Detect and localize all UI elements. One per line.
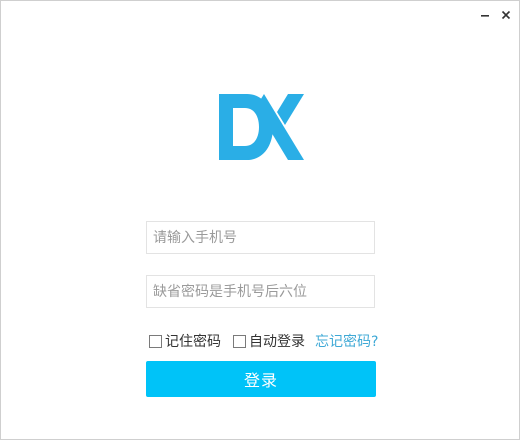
password-input[interactable] xyxy=(146,275,375,308)
dx-logo xyxy=(216,91,306,163)
auto-login-checkbox[interactable] xyxy=(233,334,246,348)
login-options: 记住密码 自动登录 忘记密码? xyxy=(149,331,378,351)
minimize-icon xyxy=(481,15,489,17)
dx-logo-icon xyxy=(219,94,304,160)
auto-login-label: 自动登录 xyxy=(249,334,305,350)
remember-password-checkbox[interactable] xyxy=(149,334,162,348)
close-icon xyxy=(501,10,511,20)
login-button[interactable]: 登录 xyxy=(146,361,376,397)
auto-login-option[interactable]: 自动登录 xyxy=(233,331,305,351)
minimize-button[interactable] xyxy=(475,5,495,25)
remember-password-label: 记住密码 xyxy=(165,334,221,350)
remember-password-option[interactable]: 记住密码 xyxy=(149,331,221,351)
forgot-password-link[interactable]: 忘记密码? xyxy=(315,331,378,351)
phone-input[interactable] xyxy=(146,221,375,254)
login-window: 记住密码 自动登录 忘记密码? 登录 xyxy=(0,0,520,440)
close-button[interactable] xyxy=(496,5,516,25)
